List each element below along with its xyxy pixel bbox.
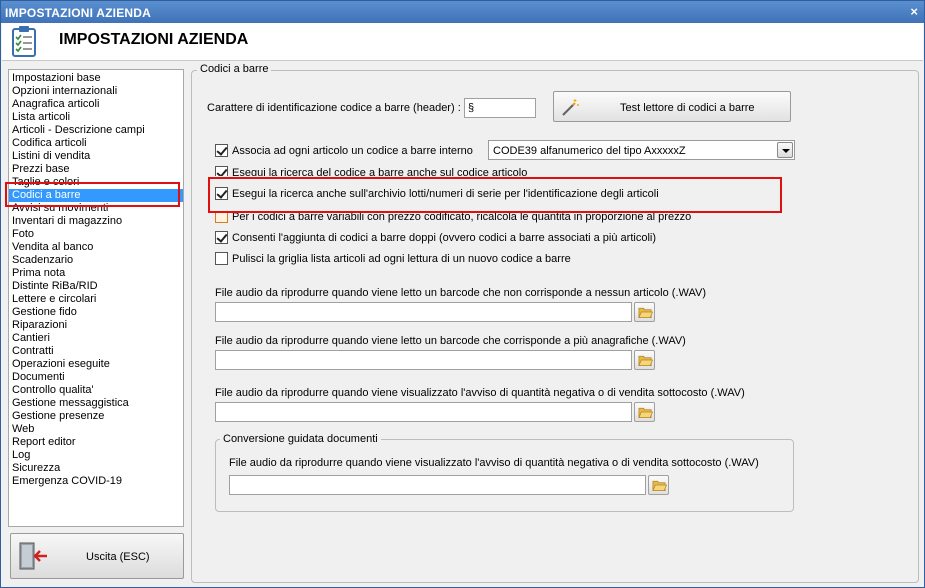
- audio-no-match-input[interactable]: [215, 302, 632, 322]
- folder-open-icon: [652, 480, 667, 492]
- sidebar-item-scadenzario[interactable]: Scadenzario: [9, 254, 183, 267]
- barcode-type-select[interactable]: CODE39 alfanumerico del tipo AxxxxxZ: [488, 140, 795, 160]
- sidebar-item-vendita-al-banco[interactable]: Vendita al banco: [9, 241, 183, 254]
- audio-multiple-match-input[interactable]: [215, 350, 632, 370]
- sidebar-item-operazioni-eseguite[interactable]: Operazioni eseguite: [9, 358, 183, 371]
- conversion-audio-browse-button[interactable]: [648, 475, 669, 495]
- sidebar-item-riparazioni[interactable]: Riparazioni: [9, 319, 183, 332]
- folder-open-icon: [638, 355, 653, 367]
- header-char-input[interactable]: §: [464, 98, 536, 118]
- settings-window: IMPOSTAZIONI AZIENDA × IMPOSTAZIONI AZIE…: [0, 0, 925, 588]
- folder-open-icon: [638, 407, 653, 419]
- checkbox-variable-price-recalc-label: Per i codici a barre variabili con prezz…: [232, 211, 692, 223]
- sidebar-item-inventari-di-magazzino[interactable]: Inventari di magazzino: [9, 215, 183, 228]
- sidebar-item-prima-nota[interactable]: Prima nota: [9, 267, 183, 280]
- clipboard-checklist-icon: [12, 26, 36, 57]
- conversion-audio-label: File audio da riprodurre quando viene vi…: [229, 457, 759, 469]
- sidebar-list: Impostazioni base Opzioni internazionali…: [9, 72, 183, 488]
- checkbox-search-article-code-label: Esegui la ricerca del codice a barre anc…: [232, 167, 528, 176]
- chevron-down-icon[interactable]: [777, 142, 793, 158]
- checkbox-clear-grid[interactable]: [215, 252, 228, 265]
- window-title: IMPOSTAZIONI AZIENDA: [5, 6, 151, 20]
- checkbox-search-article-code[interactable]: [215, 166, 228, 176]
- checkbox-allow-duplicate-barcodes[interactable]: [215, 231, 228, 244]
- audio-multiple-match-browse-button[interactable]: [634, 350, 655, 370]
- exit-button[interactable]: Uscita (ESC): [10, 533, 184, 579]
- checkbox-search-lots-serials-label: Esegui la ricerca anche sull'archivio lo…: [232, 188, 659, 200]
- sidebar-item-contratti[interactable]: Contratti: [9, 345, 183, 358]
- sidebar-item-foto[interactable]: Foto: [9, 228, 183, 241]
- sidebar-item-gestione-fido[interactable]: Gestione fido: [9, 306, 183, 319]
- sidebar-item-impostazioni-base[interactable]: Impostazioni base: [9, 72, 183, 85]
- sidebar-item-opzioni-internazionali[interactable]: Opzioni internazionali: [9, 85, 183, 98]
- exit-button-label: Uscita (ESC): [86, 551, 150, 563]
- sidebar-item-emergenza-covid-19[interactable]: Emergenza COVID-19: [9, 475, 183, 488]
- checkbox-clear-grid-label: Pulisci la griglia lista articoli ad ogn…: [232, 253, 571, 265]
- test-barcode-reader-button[interactable]: Test lettore di codici a barre: [553, 91, 791, 122]
- sidebar-item-prezzi-base[interactable]: Prezzi base: [9, 163, 183, 176]
- audio-no-match-label: File audio da riprodurre quando viene le…: [215, 287, 707, 299]
- sidebar-item-controllo-qualita[interactable]: Controllo qualita': [9, 384, 183, 397]
- sidebar-item-log[interactable]: Log: [9, 449, 183, 462]
- title-bar: IMPOSTAZIONI AZIENDA ×: [1, 1, 924, 23]
- sidebar-item-avvisi-su-movimenti[interactable]: Avvisi su movimenti: [9, 202, 183, 215]
- close-button[interactable]: ×: [910, 4, 918, 19]
- sidebar-item-documenti[interactable]: Documenti: [9, 371, 183, 384]
- page-header: IMPOSTAZIONI AZIENDA: [2, 23, 923, 61]
- audio-multiple-match-label: File audio da riprodurre quando viene le…: [215, 335, 686, 347]
- barcode-type-value: CODE39 alfanumerico del tipo AxxxxxZ: [493, 145, 686, 157]
- audio-negative-qty-label: File audio da riprodurre quando viene vi…: [215, 387, 745, 399]
- group-title: Codici a barre: [197, 63, 272, 75]
- sidebar-item-lettere-e-circolari[interactable]: Lettere e circolari: [9, 293, 183, 306]
- sidebar-item-distinte-riba-rid[interactable]: Distinte RiBa/RID: [9, 280, 183, 293]
- sidebar-item-anagrafica-articoli[interactable]: Anagrafica articoli: [9, 98, 183, 111]
- sidebar-item-web[interactable]: Web: [9, 423, 183, 436]
- folder-open-icon: [638, 307, 653, 319]
- sidebar-item-codifica-articoli[interactable]: Codifica articoli: [9, 137, 183, 150]
- checkbox-search-lots-serials[interactable]: [215, 187, 228, 200]
- sidebar-item-gestione-presenze[interactable]: Gestione presenze: [9, 410, 183, 423]
- sidebar-item-lista-articoli[interactable]: Lista articoli: [9, 111, 183, 124]
- row-variable-price-clipped: Per i codici a barre variabili con prezz…: [213, 211, 773, 225]
- sidebar-item-listini-di-vendita[interactable]: Listini di vendita: [9, 150, 183, 163]
- checkbox-internal-barcode[interactable]: [215, 144, 228, 157]
- sidebar-item-sicurezza[interactable]: Sicurezza: [9, 462, 183, 475]
- row-search-article-code-clipped: Esegui la ricerca del codice a barre anc…: [213, 164, 773, 176]
- checkbox-internal-barcode-label: Associa ad ogni articolo un codice a bar…: [232, 145, 473, 157]
- sidebar-item-taglie-e-colori[interactable]: Taglie e colori: [9, 176, 183, 189]
- conversion-audio-input[interactable]: [229, 475, 646, 495]
- test-barcode-reader-label: Test lettore di codici a barre: [620, 102, 755, 114]
- audio-negative-qty-input[interactable]: [215, 402, 632, 422]
- sidebar-item-articoli-descrizione-campi[interactable]: Articoli - Descrizione campi: [9, 124, 183, 137]
- page-title: IMPOSTAZIONI AZIENDA: [59, 31, 249, 48]
- checkbox-variable-price-recalc[interactable]: [215, 211, 228, 223]
- sidebar-item-report-editor[interactable]: Report editor: [9, 436, 183, 449]
- exit-door-arrow-icon: [19, 542, 47, 570]
- settings-sidebar: Impostazioni base Opzioni internazionali…: [8, 69, 184, 527]
- sidebar-item-codici-a-barre[interactable]: Codici a barre: [9, 189, 183, 202]
- audio-negative-qty-browse-button[interactable]: [634, 402, 655, 422]
- sidebar-item-cantieri[interactable]: Cantieri: [9, 332, 183, 345]
- header-char-label: Carattere di identificazione codice a ba…: [207, 102, 461, 114]
- sidebar-item-gestione-messaggistica[interactable]: Gestione messaggistica: [9, 397, 183, 410]
- conversion-group-title: Conversione guidata documenti: [220, 433, 381, 445]
- audio-no-match-browse-button[interactable]: [634, 302, 655, 322]
- checkbox-allow-duplicate-barcodes-label: Consenti l'aggiunta di codici a barre do…: [232, 232, 656, 244]
- magic-wand-icon: [562, 99, 579, 116]
